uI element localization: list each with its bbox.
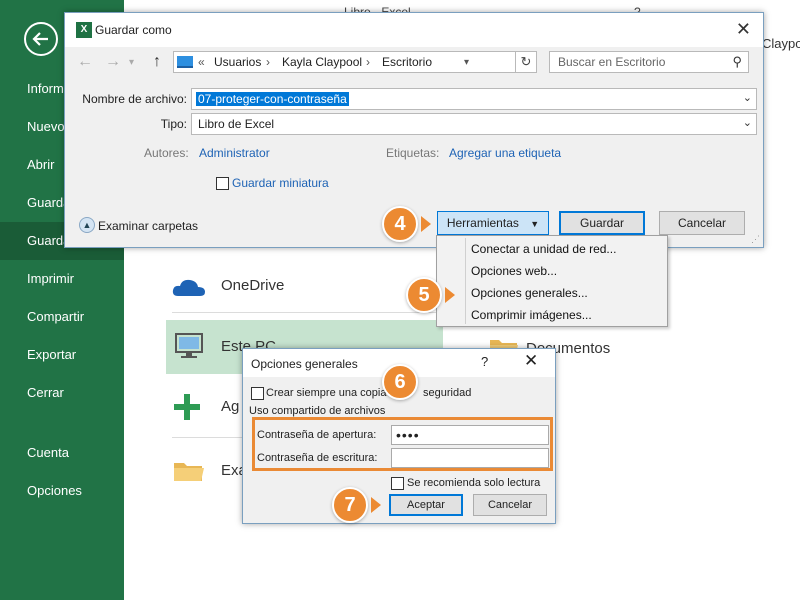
chevron-down-icon[interactable]: ⌄ bbox=[743, 91, 752, 104]
menu-item-compress-pictures[interactable]: Comprimir imágenes... bbox=[471, 308, 592, 322]
computer-icon bbox=[175, 333, 203, 358]
browse-folders-label: Examinar carpetas bbox=[98, 219, 199, 233]
back-button[interactable] bbox=[24, 22, 58, 56]
close-icon[interactable]: ✕ bbox=[524, 351, 538, 371]
breadcrumb-separator: › bbox=[366, 55, 370, 69]
dialog-titlebar: X Guardar como ✕ bbox=[65, 13, 763, 47]
step-arrow-icon bbox=[445, 287, 455, 303]
tools-label: Herramientas bbox=[446, 216, 519, 230]
backup-checkbox[interactable] bbox=[251, 387, 264, 400]
filename-label: Nombre de archivo: bbox=[82, 92, 187, 106]
up-icon[interactable]: ↑ bbox=[153, 53, 161, 71]
pc-icon bbox=[177, 56, 193, 68]
dialog-title: Opciones generales bbox=[251, 357, 358, 371]
step-arrow-icon bbox=[421, 216, 431, 232]
search-icon: ⚲ bbox=[732, 54, 742, 69]
search-placeholder: Buscar en Escritorio bbox=[558, 55, 666, 69]
dialog-title: Guardar como bbox=[95, 23, 172, 37]
chevron-down-icon[interactable]: ▾ bbox=[464, 57, 469, 68]
backup-label: Crear siempre una copia bbox=[266, 387, 387, 399]
chevron-down-icon[interactable]: ⌄ bbox=[743, 116, 752, 129]
tags-label: Etiquetas: bbox=[386, 146, 440, 160]
sharing-heading: Uso compartido de archivos bbox=[249, 405, 386, 417]
type-row: Tipo: Libro de Excel ⌄ bbox=[65, 113, 765, 135]
user-name[interactable]: Claypool bbox=[762, 36, 800, 51]
rail-item-print[interactable]: Imprimir bbox=[0, 260, 124, 298]
authors-label: Autores: bbox=[144, 146, 189, 160]
caret-down-icon: ▼ bbox=[530, 219, 540, 229]
thumbnail-label: Guardar miniatura bbox=[232, 176, 329, 190]
place-label: OneDrive bbox=[221, 277, 285, 294]
filename-value: 07-proteger-con-contraseña bbox=[196, 92, 349, 106]
step-badge-4: 4 bbox=[382, 206, 418, 242]
breadcrumb-item[interactable]: Escritorio bbox=[382, 55, 432, 69]
resize-grip-icon[interactable]: ⋰ bbox=[751, 234, 760, 245]
type-label: Tipo: bbox=[160, 117, 187, 131]
tools-button[interactable]: Herramientas ▼ bbox=[437, 211, 549, 235]
place-onedrive[interactable]: OneDrive bbox=[166, 259, 443, 313]
authors-value[interactable]: Administrator bbox=[199, 146, 270, 160]
step-arrow-icon bbox=[371, 497, 381, 513]
step-badge-5: 5 bbox=[406, 277, 442, 313]
backup-label-tail: seguridad bbox=[423, 387, 472, 399]
back-arrow-icon bbox=[32, 32, 48, 46]
tags-value[interactable]: Agregar una etiqueta bbox=[449, 146, 561, 160]
chevron-down-icon[interactable]: ▾ bbox=[129, 57, 134, 68]
folder-icon bbox=[174, 463, 204, 481]
save-button[interactable]: Guardar bbox=[559, 211, 645, 235]
excel-icon: X bbox=[76, 22, 92, 38]
rail-item-share[interactable]: Compartir bbox=[0, 298, 124, 336]
rail-item-close[interactable]: Cerrar bbox=[0, 374, 124, 412]
rail-item-export[interactable]: Exportar bbox=[0, 336, 124, 374]
back-icon[interactable]: ← bbox=[77, 53, 93, 71]
cancel-button[interactable]: Cancelar bbox=[659, 211, 745, 235]
cloud-icon bbox=[172, 279, 205, 296]
breadcrumb-item[interactable]: Usuarios bbox=[214, 55, 261, 69]
plus-icon bbox=[174, 394, 200, 420]
cancel-button[interactable]: Cancelar bbox=[473, 494, 547, 516]
step-badge-7: 7 bbox=[332, 487, 368, 523]
menu-item-web-options[interactable]: Opciones web... bbox=[471, 264, 557, 278]
ok-button[interactable]: Aceptar bbox=[389, 494, 463, 516]
readonly-checkbox[interactable] bbox=[391, 477, 404, 490]
search-input[interactable]: Buscar en Escritorio ⚲ bbox=[549, 51, 749, 73]
password-highlight-frame bbox=[252, 417, 553, 471]
menu-item-map-network-drive[interactable]: Conectar a unidad de red... bbox=[471, 242, 616, 256]
thumbnail-checkbox[interactable] bbox=[216, 177, 229, 190]
breadcrumb-prefix: « bbox=[198, 55, 205, 69]
menu-item-general-options[interactable]: Opciones generales... bbox=[471, 286, 588, 300]
filename-field[interactable]: 07-proteger-con-contraseña ⌄ bbox=[191, 88, 757, 110]
breadcrumb-separator: › bbox=[266, 55, 270, 69]
close-icon[interactable]: ✕ bbox=[736, 19, 751, 40]
rail-item-options[interactable]: Opciones bbox=[0, 472, 124, 510]
type-value: Libro de Excel bbox=[198, 117, 275, 131]
breadcrumb-item[interactable]: Kayla Claypool bbox=[282, 55, 362, 69]
refresh-icon[interactable]: ↻ bbox=[515, 51, 537, 73]
place-label: Ag bbox=[221, 398, 240, 415]
address-bar[interactable]: « Usuarios › Kayla Claypool › Escritorio… bbox=[173, 51, 523, 73]
help-icon[interactable]: ? bbox=[481, 354, 488, 369]
chevron-up-icon: ▲ bbox=[79, 217, 95, 233]
divider bbox=[172, 312, 442, 313]
navigation-bar: ← → ▾ ↑ « Usuarios › Kayla Claypool › Es… bbox=[65, 49, 765, 77]
forward-icon[interactable]: → bbox=[105, 53, 121, 71]
filename-row: Nombre de archivo: 07-proteger-con-contr… bbox=[65, 88, 765, 110]
rail-item-account[interactable]: Cuenta bbox=[0, 434, 124, 472]
readonly-label: Se recomienda solo lectura bbox=[407, 477, 541, 489]
menu-gutter bbox=[465, 238, 466, 324]
type-select[interactable]: Libro de Excel ⌄ bbox=[191, 113, 757, 135]
tools-menu: Conectar a unidad de red... Opciones web… bbox=[436, 235, 668, 327]
step-badge-6: 6 bbox=[382, 364, 418, 400]
